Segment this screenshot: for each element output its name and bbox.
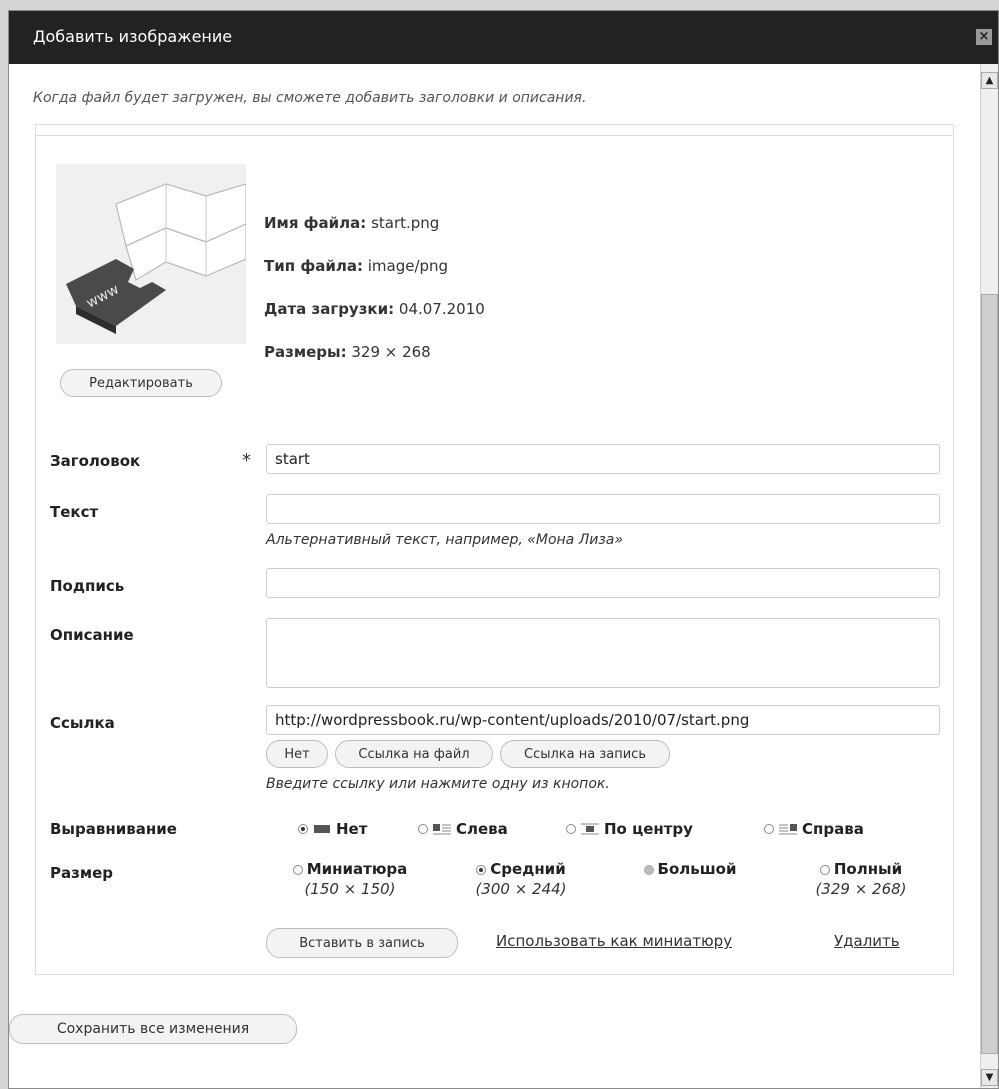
- insert-into-post-button[interactable]: Вставить в запись: [266, 928, 458, 958]
- use-as-thumbnail-link[interactable]: Использовать как миниатюру: [496, 932, 732, 950]
- radio-icon: [476, 864, 487, 875]
- radio-icon: [298, 824, 308, 834]
- dialog-titlebar: Добавить изображение ×: [9, 11, 998, 64]
- radio-icon: [819, 864, 830, 875]
- image-thumbnail: www: [56, 164, 246, 344]
- title-label: Заголовок: [50, 452, 141, 470]
- edit-image-button[interactable]: Редактировать: [60, 369, 222, 397]
- align-right-icon: [779, 824, 797, 835]
- radio-icon: [566, 824, 576, 834]
- caption-label: Подпись: [50, 577, 125, 595]
- alignment-label: Выравнивание: [50, 820, 177, 838]
- align-none-icon: [314, 825, 330, 833]
- radio-icon: [643, 864, 654, 875]
- radio-icon: [764, 824, 774, 834]
- scrollbar-thumb[interactable]: [981, 294, 998, 1054]
- image-dimensions: Размеры: 329 × 268: [264, 343, 431, 361]
- add-image-dialog: Добавить изображение × Когда файл будет …: [8, 10, 999, 1089]
- link-file-button[interactable]: Ссылка на файл: [335, 740, 493, 768]
- align-left-icon: [433, 824, 451, 835]
- description-textarea[interactable]: [266, 618, 940, 688]
- link-help: Введите ссылку или нажмите одну из кнопо…: [266, 776, 610, 792]
- link-none-button[interactable]: Нет: [266, 740, 328, 768]
- size-large-option: Большой: [620, 860, 760, 880]
- vertical-scrollbar[interactable]: ▲ ▼: [980, 64, 998, 1088]
- save-all-changes-button[interactable]: Сохранить все изменения: [9, 1014, 297, 1044]
- radio-icon: [418, 824, 428, 834]
- upload-date: Дата загрузки: 04.07.2010: [264, 300, 485, 318]
- alignment-options: Нет Слева По центру Справа: [298, 820, 918, 840]
- link-url-input[interactable]: http://wordpressbook.ru/wp-content/uploa…: [266, 705, 940, 735]
- alt-text-label: Текст: [50, 503, 99, 521]
- alt-text-help: Альтернативный текст, например, «Мона Ли…: [266, 532, 623, 548]
- dialog-content: Когда файл будет загружен, вы сможете до…: [9, 64, 972, 1088]
- size-label: Размер: [50, 864, 114, 882]
- radio-icon: [292, 864, 303, 875]
- upload-hint: Когда файл будет загружен, вы сможете до…: [33, 90, 587, 106]
- title-input[interactable]: start: [266, 444, 940, 474]
- file-name: Имя файла: start.png: [264, 214, 440, 232]
- caption-input[interactable]: [266, 568, 940, 598]
- close-icon[interactable]: ×: [976, 29, 992, 45]
- align-center-option[interactable]: По центру: [566, 820, 693, 838]
- delete-link[interactable]: Удалить: [834, 932, 900, 950]
- media-item-panel: www Имя файла: start.png Тип файла: imag…: [35, 124, 954, 975]
- align-none-option[interactable]: Нет: [298, 820, 367, 838]
- required-marker: *: [242, 450, 251, 471]
- dialog-title: Добавить изображение: [33, 27, 233, 46]
- size-full-option[interactable]: Полный (329 × 268): [796, 860, 926, 898]
- link-label: Ссылка: [50, 714, 115, 732]
- description-label: Описание: [50, 626, 134, 644]
- align-left-option[interactable]: Слева: [418, 820, 508, 838]
- link-post-button[interactable]: Ссылка на запись: [500, 740, 670, 768]
- align-center-icon: [581, 823, 599, 835]
- alt-text-input[interactable]: [266, 494, 940, 524]
- file-type: Тип файла: image/png: [264, 257, 449, 275]
- scroll-up-arrow-icon[interactable]: ▲: [981, 72, 998, 89]
- size-thumbnail-option[interactable]: Миниатюра (150 × 150): [270, 860, 430, 898]
- align-right-option[interactable]: Справа: [764, 820, 864, 838]
- scroll-down-arrow-icon[interactable]: ▼: [981, 1069, 998, 1086]
- size-medium-option[interactable]: Средний (300 × 244): [456, 860, 586, 898]
